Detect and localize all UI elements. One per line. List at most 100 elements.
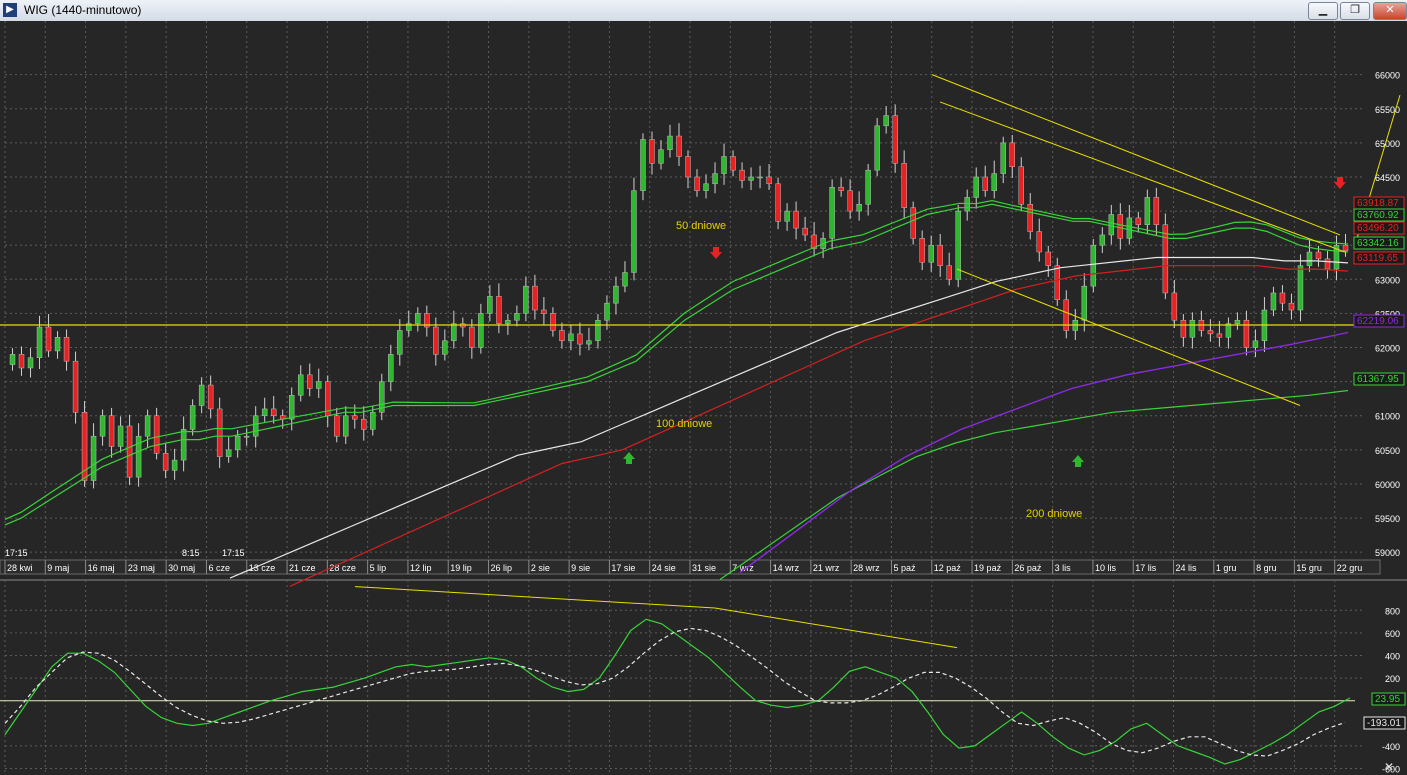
panel-close-icon[interactable]: ✕ — [1384, 760, 1394, 774]
candle-body — [1297, 265, 1304, 311]
x-tick-label: 23 maj — [128, 563, 155, 573]
x-tick-label: 5 paź — [893, 563, 916, 573]
candle-body — [1000, 142, 1006, 174]
candle-body — [1252, 340, 1259, 348]
candle-body — [343, 415, 349, 437]
restore-button[interactable]: ❐ — [1340, 2, 1370, 20]
candle-body — [45, 326, 52, 352]
chart-canvas[interactable]: 5900059500600006050061000615006200062500… — [0, 21, 1407, 775]
x-tick-label: 15 gru — [1296, 563, 1322, 573]
y-tick-label: 59000 — [1375, 548, 1400, 558]
minimize-button[interactable]: ▁ — [1308, 2, 1338, 20]
osc-last-value-label: 23.95 — [1375, 694, 1400, 705]
candle-body — [1189, 319, 1196, 338]
candle-body — [352, 415, 358, 420]
candle-body — [433, 326, 439, 355]
candle-body — [478, 313, 484, 348]
osc-y-tick-label: 400 — [1385, 651, 1400, 661]
x-tick-label: 9 maj — [47, 563, 69, 573]
x-tick-label: 17 sie — [611, 563, 635, 573]
x-tick-label: 14 wrz — [773, 563, 800, 573]
x-tick-label: 5 lip — [370, 563, 387, 573]
candle-body — [1081, 285, 1088, 321]
candle-body — [18, 354, 25, 369]
candle-body — [964, 197, 970, 212]
candle-body — [1135, 217, 1142, 225]
candle-body — [207, 384, 214, 410]
candle-body — [802, 227, 808, 236]
y-tick-label: 66000 — [1375, 71, 1400, 81]
last-value-label: 63496.20 — [1357, 223, 1399, 234]
x-tick-label: 8 gru — [1256, 563, 1277, 573]
ma-annotation: 200 dniowe — [1026, 508, 1082, 520]
candle-body — [847, 190, 853, 212]
x-tick-label: 26 lip — [491, 563, 513, 573]
candle-body — [577, 333, 583, 345]
x-tick-label: 3 lis — [1055, 563, 1072, 573]
y-tick-label: 60500 — [1375, 446, 1400, 456]
candle-body — [856, 204, 862, 212]
candle-body — [1162, 224, 1169, 294]
candle-body — [595, 319, 601, 341]
candle-body — [748, 176, 754, 181]
last-value-label: 63760.92 — [1357, 210, 1399, 221]
candle-body — [451, 323, 457, 341]
close-button[interactable]: ✕ — [1373, 2, 1407, 20]
candle-body — [370, 412, 376, 430]
candle-body — [685, 156, 691, 178]
x-tick-label: 2 sie — [531, 563, 550, 573]
last-value-label: 61367.95 — [1357, 374, 1399, 385]
candle-body — [739, 169, 745, 181]
candle-body — [640, 139, 646, 191]
candle-body — [541, 309, 547, 314]
candle-body — [1144, 197, 1151, 225]
candle-body — [496, 296, 502, 324]
candle-body — [757, 176, 763, 179]
osc-last-value-label: -193.01 — [1367, 718, 1401, 729]
candle-body — [117, 425, 124, 447]
candle-body — [586, 340, 592, 345]
x-tick-label: 10 lis — [1095, 563, 1117, 573]
y-tick-label: 62000 — [1375, 344, 1400, 354]
candle-body — [189, 405, 196, 430]
candle-body — [1108, 214, 1115, 236]
candle-body — [721, 156, 727, 174]
candle-body — [991, 173, 997, 191]
candle-body — [883, 115, 889, 127]
window-title: WIG (1440-minutowo) — [24, 3, 142, 17]
candle-body — [225, 449, 232, 457]
candle-body — [982, 176, 988, 191]
candle-body — [1009, 142, 1015, 167]
x-tick-label: 19 paź — [974, 563, 1002, 573]
x-tick-label: 24 sie — [652, 563, 676, 573]
candle-body — [288, 395, 295, 420]
candle-body — [523, 285, 529, 314]
candle-body — [243, 435, 250, 438]
candle-body — [63, 337, 70, 362]
x-tick-label: 21 cze — [289, 563, 316, 573]
x-tick-label: 16 maj — [88, 563, 115, 573]
candle-body — [1171, 292, 1178, 321]
candle-body — [469, 326, 475, 348]
ma-annotation: 100 dniowe — [656, 418, 712, 430]
candle-body — [1207, 330, 1214, 335]
candle-body — [1225, 323, 1232, 338]
candle-body — [9, 354, 16, 365]
candle-body — [694, 176, 700, 191]
candle-body — [568, 333, 574, 341]
candle-body — [1315, 251, 1322, 260]
candle-body — [946, 265, 952, 280]
candle-body — [874, 125, 880, 171]
x-tick-label: 28 cze — [329, 563, 356, 573]
candle-body — [505, 319, 511, 324]
candle-body — [54, 337, 61, 352]
candle-body — [730, 156, 736, 171]
restore-icon: ❐ — [1350, 4, 1360, 16]
x-tick-label: 1 gru — [1216, 563, 1237, 573]
candle-body — [1234, 319, 1241, 324]
candle-body — [162, 453, 169, 471]
candle-body — [1279, 292, 1286, 304]
candle-body — [108, 415, 115, 447]
candle-body — [901, 163, 907, 208]
candle-body — [27, 357, 34, 369]
